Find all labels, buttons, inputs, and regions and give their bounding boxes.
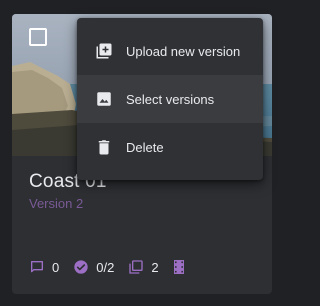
- trash-icon: [98, 140, 110, 155]
- asset-version-label: Version 2: [29, 196, 84, 211]
- menu-item-select-versions[interactable]: Select versions: [77, 75, 263, 123]
- versions-count: 2: [151, 259, 159, 275]
- approvals-stat[interactable]: 0/2: [73, 259, 114, 275]
- versions-stack-icon: [129, 260, 143, 274]
- image-icon: [97, 92, 111, 106]
- menu-item-label: Upload new version: [126, 43, 241, 59]
- menu-item-label: Select versions: [126, 91, 215, 107]
- versions-stat[interactable]: 2: [128, 259, 159, 275]
- asset-stats: 0 0/2 2: [29, 259, 206, 275]
- approvals-count: 0/2: [96, 259, 115, 275]
- context-menu: Upload new version Select versions Delet…: [77, 18, 263, 180]
- menu-item-label: Delete: [126, 139, 164, 155]
- menu-item-delete[interactable]: Delete: [77, 123, 263, 171]
- filmstrip-stat[interactable]: [173, 259, 192, 275]
- upload-version-icon: [96, 43, 112, 59]
- comments-count: 0: [52, 259, 60, 275]
- select-checkbox[interactable]: [29, 28, 47, 46]
- menu-item-upload-new-version[interactable]: Upload new version: [77, 27, 263, 75]
- comments-stat[interactable]: 0: [29, 259, 59, 275]
- comment-icon: [31, 261, 43, 273]
- filmstrip-icon: [173, 260, 184, 274]
- approved-check-icon: [74, 260, 88, 274]
